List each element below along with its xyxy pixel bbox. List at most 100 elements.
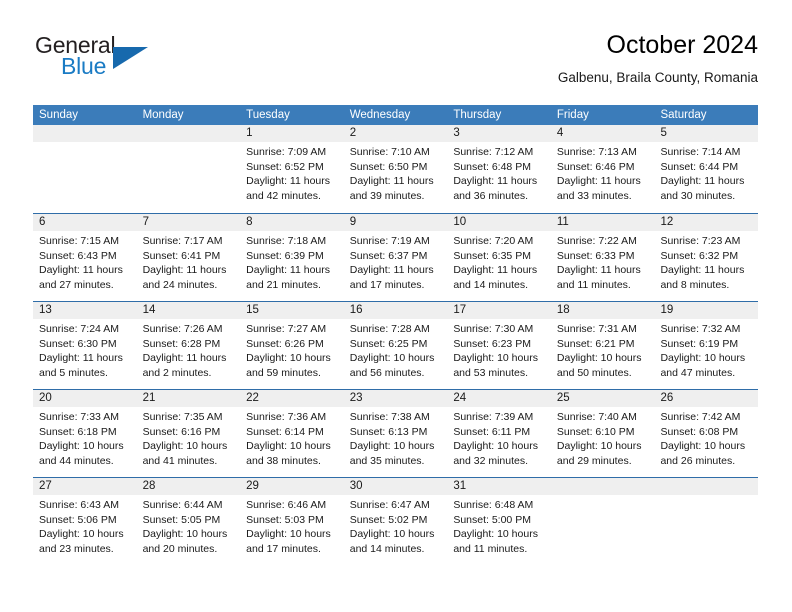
calendar-day-cell[interactable]: 9 Sunrise: 7:19 AM Sunset: 6:37 PM Daylig… [344, 214, 448, 301]
calendar-day-cell[interactable]: 27 Sunrise: 6:43 AM Sunset: 5:06 PM Dayli… [33, 478, 137, 565]
calendar-day-cell[interactable]: 25 Sunrise: 7:40 AM Sunset: 6:10 PM Dayli… [551, 390, 655, 477]
calendar-day-cell[interactable]: 24 Sunrise: 7:39 AM Sunset: 6:11 PM Dayli… [447, 390, 551, 477]
calendar-day-cell[interactable]: 3 Sunrise: 7:12 AM Sunset: 6:48 PM Daylig… [447, 125, 551, 213]
calendar-day-cell[interactable]: 17 Sunrise: 7:30 AM Sunset: 6:23 PM Dayli… [447, 302, 551, 389]
weekday-header-thursday: Thursday [453, 109, 502, 121]
day-number: 20 [39, 392, 52, 404]
calendar-day-cell[interactable]: 21 Sunrise: 7:35 AM Sunset: 6:16 PM Dayli… [137, 390, 241, 477]
calendar-day-cell[interactable]: 30 Sunrise: 6:47 AM Sunset: 5:02 PM Dayli… [344, 478, 448, 565]
weekday-header-tuesday: Tuesday [246, 109, 290, 121]
day-number: 26 [660, 392, 674, 404]
triangle-logo-icon [113, 47, 148, 69]
week-cells: 13 Sunrise: 7:24 AM Sunset: 6:30 PM Dayli… [33, 302, 758, 389]
day-sun-info: Sunrise: 7:15 AM Sunset: 6:43 PM Dayligh… [39, 235, 123, 291]
calendar-day-cell[interactable]: 5 Sunrise: 7:14 AM Sunset: 6:44 PM Daylig… [654, 125, 758, 213]
calendar-day-cell-empty [33, 125, 137, 213]
day-number: 14 [142, 304, 156, 316]
calendar-day-cell[interactable]: 2 Sunrise: 7:10 AM Sunset: 6:50 PM Daylig… [344, 125, 448, 213]
day-number: 13 [39, 304, 52, 316]
calendar-day-cell[interactable]: 6 Sunrise: 7:15 AM Sunset: 6:43 PM Daylig… [33, 214, 137, 301]
calendar-day-cell[interactable]: 31 Sunrise: 6:48 AM Sunset: 5:00 PM Dayli… [447, 478, 551, 565]
day-sun-info: Sunrise: 6:44 AM Sunset: 5:05 PM Dayligh… [142, 499, 228, 555]
calendar-day-cell-empty [137, 125, 241, 213]
calendar-day-cell[interactable]: 28 Sunrise: 6:44 AM Sunset: 5:05 PM Dayli… [137, 478, 241, 565]
day-sun-info: Sunrise: 7:31 AM Sunset: 6:21 PM Dayligh… [556, 323, 642, 379]
week-cells: 27 Sunrise: 6:43 AM Sunset: 5:06 PM Dayli… [33, 478, 758, 565]
day-sun-info: Sunrise: 7:40 AM Sunset: 6:10 PM Dayligh… [556, 411, 642, 467]
calendar-day-cell[interactable]: 8 Sunrise: 7:18 AM Sunset: 6:39 PM Daylig… [240, 214, 344, 301]
calendar-day-cell[interactable]: 15 Sunrise: 7:27 AM Sunset: 6:26 PM Dayli… [240, 302, 344, 389]
day-sun-info: Sunrise: 7:14 AM Sunset: 6:44 PM Dayligh… [660, 146, 745, 202]
calendar-day-cell[interactable]: 16 Sunrise: 7:28 AM Sunset: 6:25 PM Dayli… [344, 302, 448, 389]
calendar-day-cell[interactable]: 22 Sunrise: 7:36 AM Sunset: 6:14 PM Dayli… [240, 390, 344, 477]
weekday-header-wednesday: Wednesday [349, 109, 411, 121]
calendar-week-row: 6 Sunrise: 7:15 AM Sunset: 6:43 PM Daylig… [33, 213, 758, 301]
calendar-day-cell[interactable]: 4 Sunrise: 7:13 AM Sunset: 6:46 PM Daylig… [551, 125, 655, 213]
calendar-day-cell[interactable]: 10 Sunrise: 7:20 AM Sunset: 6:35 PM Dayli… [447, 214, 551, 301]
day-sun-info: Sunrise: 7:20 AM Sunset: 6:35 PM Dayligh… [453, 235, 538, 291]
calendar-day-cell[interactable]: 26 Sunrise: 7:42 AM Sunset: 6:08 PM Dayli… [654, 390, 758, 477]
weekday-header-monday: Monday [142, 109, 184, 121]
day-number: 8 [246, 216, 253, 228]
day-number: 1 [246, 127, 253, 139]
calendar-week-row: 27 Sunrise: 6:43 AM Sunset: 5:06 PM Dayli… [33, 477, 758, 565]
day-number: 23 [349, 392, 363, 404]
day-sun-info: Sunrise: 7:18 AM Sunset: 6:39 PM Dayligh… [246, 235, 331, 291]
weekday-header-sunday: Sunday [39, 109, 79, 121]
day-number: 30 [349, 480, 363, 492]
day-number: 6 [39, 216, 46, 228]
day-sun-info: Sunrise: 7:32 AM Sunset: 6:19 PM Dayligh… [660, 323, 746, 379]
day-sun-info: Sunrise: 7:27 AM Sunset: 6:26 PM Dayligh… [246, 323, 331, 379]
calendar-day-cell-empty [551, 478, 655, 565]
calendar-week-row: 20 Sunrise: 7:33 AM Sunset: 6:18 PM Dayli… [33, 389, 758, 477]
day-number: 5 [660, 127, 667, 139]
day-number: 16 [349, 304, 363, 316]
calendar-day-cell[interactable]: 12 Sunrise: 7:23 AM Sunset: 6:32 PM Dayli… [654, 214, 758, 301]
week-cells: 20 Sunrise: 7:33 AM Sunset: 6:18 PM Dayli… [33, 390, 758, 477]
day-number: 25 [556, 392, 570, 404]
calendar-week-row: 13 Sunrise: 7:24 AM Sunset: 6:30 PM Dayli… [33, 301, 758, 389]
brand-logo[interactable]: General Blue [33, 32, 213, 90]
day-number [143, 125, 241, 142]
day-sun-info: Sunrise: 7:12 AM Sunset: 6:48 PM Dayligh… [453, 146, 538, 202]
day-sun-info: Sunrise: 7:33 AM Sunset: 6:18 PM Dayligh… [39, 411, 124, 467]
day-number: 7 [142, 216, 149, 228]
day-sun-info: Sunrise: 6:43 AM Sunset: 5:06 PM Dayligh… [39, 499, 124, 555]
calendar-day-cell[interactable]: 19 Sunrise: 7:32 AM Sunset: 6:19 PM Dayli… [654, 302, 758, 389]
calendar-day-cell[interactable]: 7 Sunrise: 7:17 AM Sunset: 6:41 PM Daylig… [137, 214, 241, 301]
calendar-day-cell[interactable]: 29 Sunrise: 6:46 AM Sunset: 5:03 PM Dayli… [240, 478, 344, 565]
day-number: 24 [453, 392, 467, 404]
day-number [660, 478, 758, 495]
calendar-day-cell[interactable]: 20 Sunrise: 7:33 AM Sunset: 6:18 PM Dayli… [33, 390, 137, 477]
day-sun-info: Sunrise: 7:09 AM Sunset: 6:52 PM Dayligh… [246, 146, 331, 202]
day-number: 22 [246, 392, 259, 404]
calendar-day-cell[interactable]: 13 Sunrise: 7:24 AM Sunset: 6:30 PM Dayli… [33, 302, 137, 389]
day-number: 17 [453, 304, 467, 316]
day-number [557, 478, 655, 495]
day-sun-info: Sunrise: 7:17 AM Sunset: 6:41 PM Dayligh… [142, 235, 227, 291]
page-header: General Blue October 2024 Galbenu, Brail… [33, 30, 758, 98]
day-sun-info: Sunrise: 7:23 AM Sunset: 6:32 PM Dayligh… [660, 235, 745, 291]
day-number: 31 [453, 480, 467, 492]
calendar-day-cell[interactable]: 1 Sunrise: 7:09 AM Sunset: 6:52 PM Daylig… [240, 125, 344, 213]
day-sun-info: Sunrise: 6:46 AM Sunset: 5:03 PM Dayligh… [246, 499, 331, 555]
day-sun-info: Sunrise: 7:19 AM Sunset: 6:37 PM Dayligh… [349, 235, 434, 291]
day-sun-info: Sunrise: 6:48 AM Sunset: 5:00 PM Dayligh… [453, 499, 538, 555]
day-sun-info: Sunrise: 7:42 AM Sunset: 6:08 PM Dayligh… [660, 411, 746, 467]
calendar-grid: Sunday Monday Tuesday Wednesday Thursday Frid… [33, 105, 758, 565]
page-title: October 2024 [606, 31, 759, 59]
calendar-day-cell[interactable]: 23 Sunrise: 7:38 AM Sunset: 6:13 PM Dayli… [344, 390, 448, 477]
calendar-day-cell[interactable]: 11 Sunrise: 7:22 AM Sunset: 6:33 PM Dayli… [551, 214, 655, 301]
day-sun-info: Sunrise: 6:47 AM Sunset: 5:02 PM Dayligh… [349, 499, 435, 555]
weekday-header-row: Sunday Monday Tuesday Wednesday Thursday Frid… [33, 105, 758, 125]
day-number: 10 [453, 216, 467, 228]
calendar-day-cell[interactable]: 14 Sunrise: 7:26 AM Sunset: 6:28 PM Dayli… [137, 302, 241, 389]
calendar-day-cell-empty [654, 478, 758, 565]
day-sun-info: Sunrise: 7:28 AM Sunset: 6:25 PM Dayligh… [349, 323, 435, 379]
day-sun-info: Sunrise: 7:22 AM Sunset: 6:33 PM Dayligh… [556, 235, 641, 291]
day-sun-info: Sunrise: 7:39 AM Sunset: 6:11 PM Dayligh… [453, 411, 538, 467]
calendar-day-cell[interactable]: 18 Sunrise: 7:31 AM Sunset: 6:21 PM Dayli… [551, 302, 655, 389]
day-number: 3 [453, 127, 460, 139]
day-number [39, 125, 137, 142]
title-block: October 2024 Galbenu, Braila County, Rom… [558, 30, 758, 87]
